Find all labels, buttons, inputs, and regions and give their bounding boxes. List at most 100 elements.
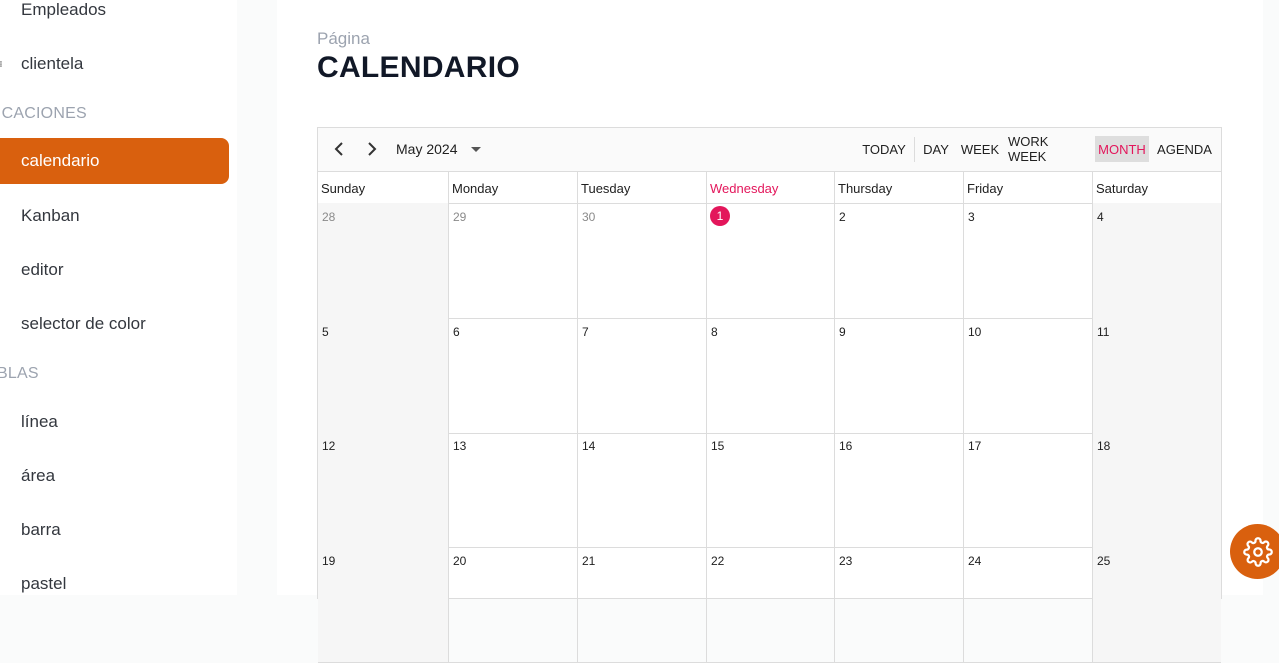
chevron-left-icon <box>334 142 343 156</box>
day-number[interactable]: 14 <box>582 439 595 453</box>
users-icon <box>0 4 4 16</box>
sidebar-item-empleados[interactable]: Empleados <box>0 0 229 33</box>
day-number[interactable]: 13 <box>453 439 466 453</box>
sidebar-item-editor[interactable]: ʼ editor <box>0 247 229 293</box>
day-number[interactable]: 30 <box>582 210 595 224</box>
day-cell[interactable]: 25 <box>1092 547 1221 662</box>
next-month-button[interactable] <box>360 136 384 162</box>
day-number[interactable]: 6 <box>453 325 460 339</box>
weekday-header-friday: Friday <box>963 172 1092 203</box>
day-number[interactable]: 4 <box>1097 210 1104 224</box>
toolbar-divider <box>914 137 915 162</box>
weekday-header-tuesday: Tuesday <box>577 172 706 203</box>
sidebar-item-selector-de-color[interactable]: selector de color <box>0 301 229 347</box>
list-icon: ≡ <box>0 57 4 71</box>
day-number[interactable]: 1 <box>710 206 730 226</box>
day-number[interactable]: 16 <box>839 439 852 453</box>
view-week-button[interactable]: WEEK <box>959 136 1001 162</box>
day-cell[interactable]: 21 <box>577 547 706 662</box>
day-cell[interactable]: 16 <box>834 432 963 547</box>
day-number[interactable]: 25 <box>1097 554 1110 568</box>
day-number[interactable]: 10 <box>968 325 981 339</box>
day-number[interactable]: 22 <box>711 554 724 568</box>
weekday-header-sunday: Sunday <box>321 181 366 196</box>
sidebar-item-label: editor <box>21 260 64 279</box>
day-cell[interactable]: 8 <box>706 318 834 433</box>
sidebar-item-area[interactable]: área <box>0 453 229 499</box>
sidebar-item-pastel[interactable]: · pastel <box>0 561 229 595</box>
today-button[interactable]: TODAY <box>859 136 909 162</box>
day-cell[interactable]: 3 <box>963 203 1092 318</box>
day-cell[interactable]: 1 <box>706 203 834 318</box>
bar-chart-icon <box>0 524 4 536</box>
view-work-week-button[interactable]: WORK WEEK <box>1008 134 1088 164</box>
day-cell[interactable]: 2 <box>834 203 963 318</box>
day-number[interactable]: 5 <box>322 325 329 339</box>
sidebar-item-linea[interactable]: línea <box>0 399 229 445</box>
day-number[interactable]: 9 <box>839 325 846 339</box>
day-cell[interactable]: 19 <box>318 547 448 662</box>
sidebar: Empleados ≡ clientela ICACIONES calendar… <box>0 0 237 595</box>
day-cell[interactable]: 14 <box>577 432 706 547</box>
day-number[interactable]: 29 <box>453 210 466 224</box>
sidebar-item-calendario[interactable]: calendario <box>0 138 229 184</box>
date-range-dropdown[interactable]: May 2024 <box>396 136 482 162</box>
day-cell[interactable]: 24 <box>963 547 1092 662</box>
day-number[interactable]: 18 <box>1097 439 1110 453</box>
previous-month-button[interactable] <box>327 136 351 162</box>
day-cell[interactable]: 22 <box>706 547 834 662</box>
day-cell[interactable]: 5 <box>318 318 448 433</box>
weekday-header-saturday: Saturday <box>1092 172 1221 203</box>
day-cell[interactable]: 28 <box>318 203 448 318</box>
area-chart-icon <box>0 470 4 482</box>
day-cell[interactable]: 9 <box>834 318 963 433</box>
day-cell[interactable]: 15 <box>706 432 834 547</box>
sidebar-item-kanban[interactable]: ▌ Kanban <box>0 193 229 239</box>
sidebar-item-label: selector de color <box>21 314 146 333</box>
day-cell[interactable]: 4 <box>1092 203 1221 318</box>
day-number[interactable]: 11 <box>1097 325 1109 339</box>
sidebar-item-clientela[interactable]: ≡ clientela <box>0 41 229 87</box>
page-title: CALENDARIO <box>317 51 520 84</box>
gear-icon <box>1242 536 1273 567</box>
day-cell[interactable]: 29 <box>448 203 577 318</box>
day-cell[interactable]: 6 <box>448 318 577 433</box>
view-month-button[interactable]: MONTH <box>1095 136 1149 162</box>
day-number[interactable]: 21 <box>582 554 595 568</box>
view-agenda-button[interactable]: AGENDA <box>1156 136 1213 162</box>
sidebar-item-label: calendario <box>21 151 100 170</box>
palette-icon <box>0 318 4 330</box>
pie-chart-icon: · <box>0 577 4 591</box>
kanban-icon: ▌ <box>0 209 4 223</box>
day-cell[interactable]: 11 <box>1092 318 1221 433</box>
day-cell[interactable]: 12 <box>318 432 448 547</box>
page-subtitle: Página <box>317 29 370 48</box>
view-day-button[interactable]: DAY <box>921 136 951 162</box>
day-cell[interactable]: 23 <box>834 547 963 662</box>
day-number[interactable]: 12 <box>322 439 335 453</box>
calendar-icon <box>0 155 4 167</box>
day-number[interactable]: 8 <box>711 325 718 339</box>
day-number[interactable]: 2 <box>839 210 846 224</box>
day-number[interactable]: 23 <box>839 554 852 568</box>
day-cell[interactable]: 13 <box>448 432 577 547</box>
day-cell[interactable]: 30 <box>577 203 706 318</box>
weekday-header-monday: Monday <box>448 172 577 203</box>
sidebar-item-barra[interactable]: barra <box>0 507 229 553</box>
day-cell[interactable]: 7 <box>577 318 706 433</box>
day-cell[interactable]: 10 <box>963 318 1092 433</box>
day-number[interactable]: 19 <box>322 554 335 568</box>
day-cell[interactable]: 20 <box>448 547 577 662</box>
day-number[interactable]: 15 <box>711 439 724 453</box>
day-number[interactable]: 28 <box>322 210 335 224</box>
day-number[interactable]: 7 <box>582 325 589 339</box>
day-number[interactable]: 3 <box>968 210 975 224</box>
day-cell[interactable]: 17 <box>963 432 1092 547</box>
section-title-apps: ICACIONES <box>0 105 87 122</box>
settings-button[interactable] <box>1230 524 1279 579</box>
day-cell[interactable]: 18 <box>1092 432 1221 547</box>
day-number[interactable]: 20 <box>453 554 466 568</box>
day-number[interactable]: 17 <box>968 439 981 453</box>
day-number[interactable]: 24 <box>968 554 981 568</box>
sidebar-item-label: área <box>21 466 56 485</box>
